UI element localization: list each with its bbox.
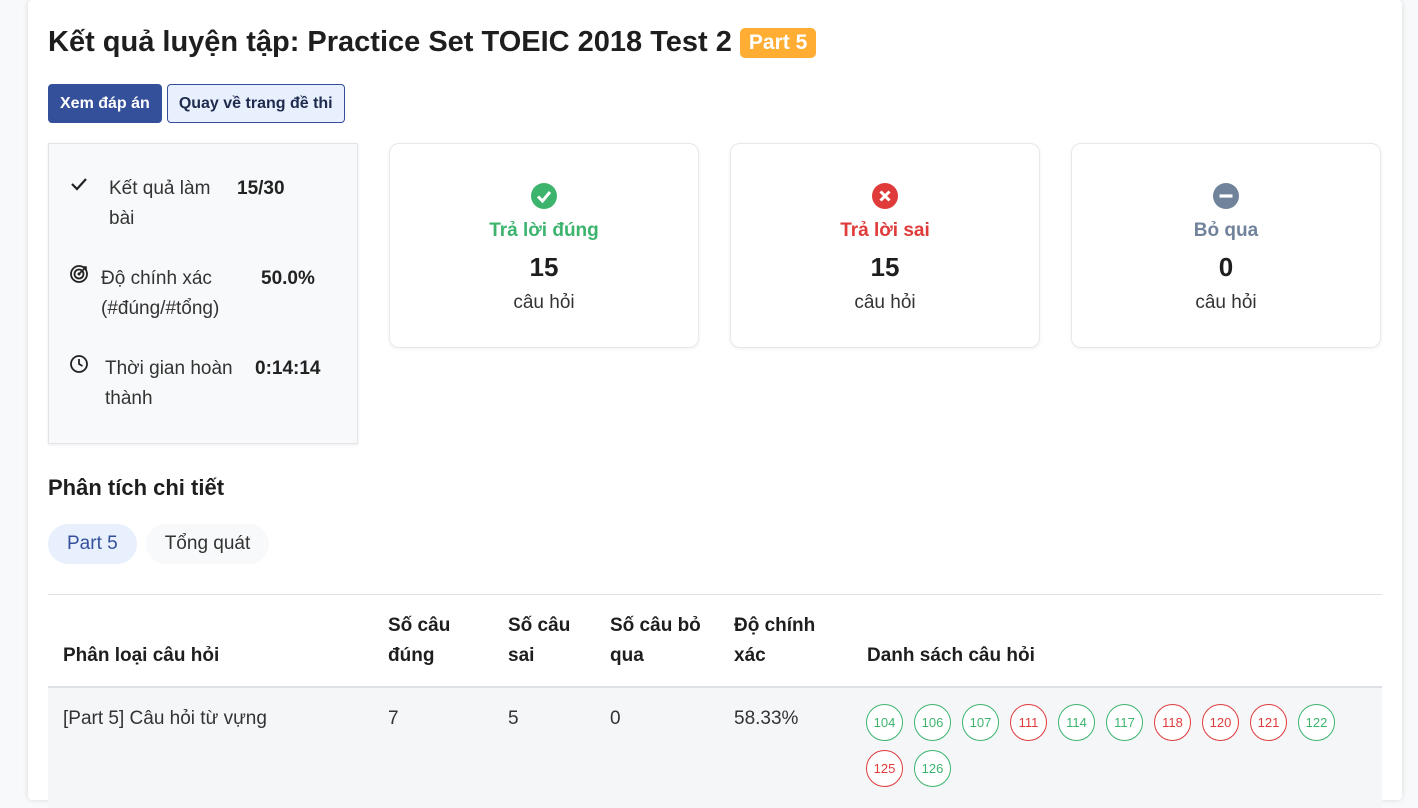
time-label: Thời gian hoàn thành [105,358,233,409]
question-bubble[interactable]: 111 [1010,704,1047,741]
summary-time: Thời gian hoàn thành 0:14:14 [67,354,335,414]
correct-unit: câu hỏi [513,292,575,313]
table-header: Phân loại câu hỏi Số câu đúng Số câu sai… [48,594,1382,688]
correct-label: Trả lời đúng [489,220,599,241]
skipped-label: Bỏ qua [1193,220,1259,241]
title-row: Kết quả luyện tập: Practice Set TOEIC 20… [48,26,817,59]
target-icon [69,264,95,324]
summary-box: Kết quả làm bài 15/30 Độ chính xác (#đún… [48,143,358,444]
part-badge: Part 5 [739,27,817,58]
summary-result: Kết quả làm bài 15/30 [67,174,335,234]
result-label: Kết quả làm bài [109,178,211,229]
analysis-tabs: Part 5 Tổng quát [48,524,270,564]
skipped-card: Bỏ qua 0 câu hỏi [1071,143,1381,348]
tab-overview[interactable]: Tổng quát [145,524,270,564]
header-wrong: Số câu sai [508,615,571,666]
question-bubble[interactable]: 126 [914,750,951,787]
question-bubble[interactable]: 121 [1250,704,1287,741]
skipped-unit: câu hỏi [1195,292,1257,313]
question-bubble[interactable]: 104 [866,704,903,741]
question-bubble[interactable]: 117 [1106,704,1143,741]
question-bubble[interactable]: 118 [1154,704,1191,741]
accuracy-label: Độ chính xác (#đúng/#tổng) [101,268,220,319]
back-to-test-button[interactable]: Quay về trang đề thi [166,84,345,123]
tab-part5[interactable]: Part 5 [48,524,137,564]
question-bubble[interactable]: 122 [1298,704,1335,741]
minus-circle-icon [1213,183,1239,209]
wrong-label: Trả lời sai [840,220,930,241]
table-row: [Part 5] Câu hỏi từ vựng 7 5 0 58.33% 10… [48,688,1382,808]
header-accuracy: Độ chính xác [734,615,816,666]
header-correct: Số câu đúng [388,615,451,666]
action-buttons: Xem đáp án Quay về trang đề thi [48,84,345,123]
question-list: 104 106 107 111 114 117 118 120 121 122 … [866,704,1366,787]
header-type: Phân loại câu hỏi [63,645,220,666]
row-skipped: 0 [610,708,621,729]
check-circle-icon [531,183,557,209]
accuracy-value: 50.0% [261,268,315,289]
analysis-table: Phân loại câu hỏi Số câu đúng Số câu sai… [48,594,1382,808]
row-wrong: 5 [508,708,519,729]
correct-card: Trả lời đúng 15 câu hỏi [389,143,699,348]
row-correct: 7 [388,708,399,729]
time-value: 0:14:14 [255,358,321,379]
wrong-card: Trả lời sai 15 câu hỏi [730,143,1040,348]
wrong-unit: câu hỏi [854,292,916,313]
question-bubble[interactable]: 107 [962,704,999,741]
clock-icon [69,354,95,414]
row-type: [Part 5] Câu hỏi từ vựng [63,708,267,729]
skipped-count: 0 [1218,252,1234,282]
row-accuracy: 58.33% [734,708,799,729]
view-answers-button[interactable]: Xem đáp án [48,84,162,123]
header-questions: Danh sách câu hỏi [867,645,1035,666]
correct-count: 15 [529,252,559,282]
question-bubble[interactable]: 120 [1202,704,1239,741]
wrong-count: 15 [870,252,900,282]
page-title: Kết quả luyện tập: Practice Set TOEIC 20… [48,26,732,58]
check-icon [69,174,95,234]
question-bubble[interactable]: 106 [914,704,951,741]
question-bubble[interactable]: 114 [1058,704,1095,741]
summary-accuracy: Độ chính xác (#đúng/#tổng) 50.0% [67,264,335,324]
analysis-title: Phân tích chi tiết [48,475,225,500]
x-circle-icon [872,183,898,209]
result-value: 15/30 [237,178,285,199]
question-bubble[interactable]: 125 [866,750,903,787]
header-skipped: Số câu bỏ qua [610,615,701,666]
